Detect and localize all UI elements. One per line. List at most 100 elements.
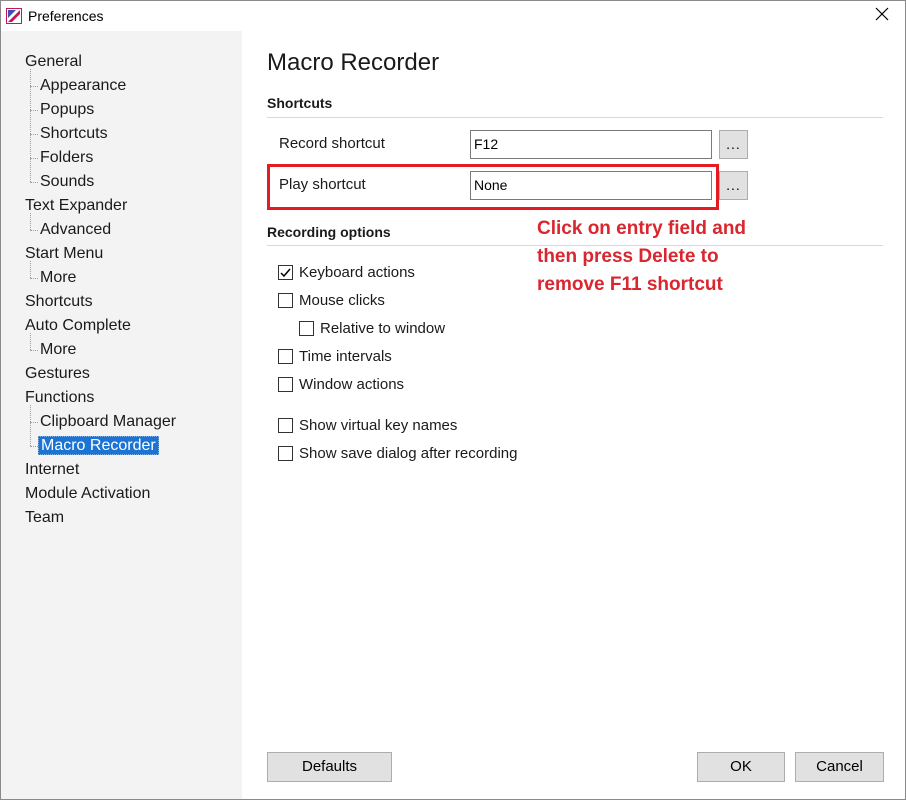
tree-connector [30,182,38,183]
sidebar-item-shortcuts[interactable]: Shortcuts [38,123,110,145]
tree-connector [30,213,31,230]
sidebar-item-appearance[interactable]: Appearance [38,75,128,97]
option-window-actions[interactable]: Window actions [278,374,404,394]
sidebar-item-internet[interactable]: Internet [23,459,81,481]
sidebar-item-label: General [25,53,82,70]
sidebar-item-label: Start Menu [25,245,104,262]
sidebar-item-team[interactable]: Team [23,507,66,529]
option-relative-to-window[interactable]: Relative to window [299,318,445,338]
sidebar-item-shortcuts[interactable]: Shortcuts [23,291,95,313]
sidebar-tree: General Appearance Popups Shortcuts Folders S… [1,31,242,799]
tree-connector [30,134,38,135]
sidebar-item-label: More [40,269,77,286]
defaults-button[interactable]: Defaults [267,752,392,782]
checkmark-icon [280,268,291,277]
sidebar-item-label: Popups [40,101,95,118]
page-title: Macro Recorder [267,49,440,76]
sidebar-item-label: Text Expander [25,197,128,214]
sidebar-item-auto-complete[interactable]: Auto Complete [23,315,133,337]
sidebar-item-label: Team [25,509,65,526]
annotation-line: then press Delete to [537,246,719,267]
sidebar-item-label: More [40,341,77,358]
option-keyboard-actions[interactable]: Keyboard actions [278,262,415,282]
sidebar-item-text-expander[interactable]: Text Expander [23,195,129,217]
play-shortcut-field[interactable]: None [470,171,712,200]
close-icon [875,7,889,26]
sidebar-item-clipboard-manager[interactable]: Clipboard Manager [38,411,178,433]
ok-button[interactable]: OK [697,752,785,782]
record-shortcut-label: Record shortcut [279,135,385,152]
sidebar-item-functions[interactable]: Functions [23,387,96,409]
app-logo-icon [6,8,22,24]
sidebar-item-label: Appearance [40,77,127,94]
option-label: Keyboard actions [299,263,415,281]
close-button[interactable] [859,1,905,31]
recording-options-section-title: Recording options [267,224,391,240]
option-label: Relative to window [320,319,446,337]
sidebar-item-label: Gestures [25,365,90,382]
play-shortcut-browse-button[interactable]: ... [719,171,748,200]
sidebar-item-label: Internet [25,461,80,478]
sidebar-item-label: Advanced [40,221,112,238]
checkbox[interactable] [278,376,293,392]
title-bar: Preferences [1,1,905,31]
tree-connector [30,261,31,278]
section-divider [267,117,883,118]
sidebar-item-popups[interactable]: Popups [38,99,96,121]
record-shortcut-field[interactable]: F12 [470,130,712,159]
sidebar-item-label: Sounds [40,173,95,190]
sidebar-item-label: Shortcuts [25,293,93,310]
window-title: Preferences [28,8,104,24]
option-show-save-dialog-after-recording[interactable]: Show save dialog after recording [278,443,517,463]
option-mouse-clicks[interactable]: Mouse clicks [278,290,385,310]
checkbox[interactable] [278,417,293,433]
sidebar-item-start-menu[interactable]: Start Menu [23,243,105,265]
option-label: Show virtual key names [299,416,458,434]
sidebar-item-more[interactable]: More [38,339,78,361]
tree-connector [30,230,38,231]
sidebar-item-advanced[interactable]: Advanced [38,219,113,241]
section-divider [267,245,883,246]
checkbox[interactable] [278,348,293,364]
tree-connector [30,446,38,447]
sidebar-item-more[interactable]: More [38,267,78,289]
sidebar-item-gestures[interactable]: Gestures [23,363,92,385]
sidebar-item-label: Macro Recorder [38,436,159,455]
sidebar-item-label: Functions [25,389,95,406]
option-label: Mouse clicks [299,291,385,309]
main-panel: Macro Recorder Shortcuts Record shortcut… [242,31,905,799]
sidebar-item-folders[interactable]: Folders [38,147,95,169]
sidebar-item-label: Module Activation [25,485,151,502]
sidebar-item-label: Shortcuts [40,125,108,142]
option-label: Show save dialog after recording [299,444,518,462]
cancel-button[interactable]: Cancel [795,752,884,782]
sidebar-item-label: Folders [40,149,94,166]
checkbox[interactable] [278,264,293,280]
tree-connector [30,278,38,279]
checkbox[interactable] [278,445,293,461]
checkbox[interactable] [278,292,293,308]
preferences-window: Preferences General Appearance Popups Short… [0,0,906,800]
option-label: Window actions [299,375,405,393]
tree-connector [30,86,38,87]
record-shortcut-browse-button[interactable]: ... [719,130,748,159]
tree-connector [30,158,38,159]
option-time-intervals[interactable]: Time intervals [278,346,392,366]
tree-connector [30,350,38,351]
sidebar-item-label: Auto Complete [25,317,131,334]
sidebar-item-label: Clipboard Manager [40,413,177,430]
annotation-line: remove F11 shortcut [537,274,723,295]
tree-connector [30,69,31,182]
sidebar-item-module-activation[interactable]: Module Activation [23,483,152,505]
annotation-line: Click on entry field and [537,218,747,239]
tree-connector [30,333,31,350]
sidebar-item-general[interactable]: General [23,51,84,73]
sidebar-item-macro-recorder[interactable]: Macro Recorder [38,435,159,457]
tree-connector [30,110,38,111]
option-label: Time intervals [299,347,392,365]
shortcuts-section-title: Shortcuts [267,95,333,111]
annotation-text: Click on entry field and then press Dele… [537,215,787,299]
checkbox[interactable] [299,320,314,336]
sidebar-item-sounds[interactable]: Sounds [38,171,96,193]
option-show-virtual-key-names[interactable]: Show virtual key names [278,415,457,435]
